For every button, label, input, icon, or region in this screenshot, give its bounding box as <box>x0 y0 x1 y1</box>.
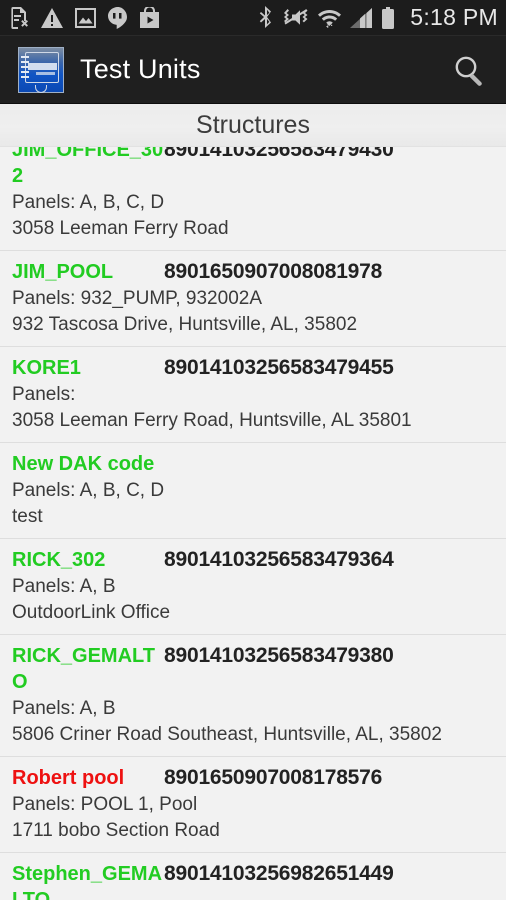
bluetooth-icon <box>260 6 272 28</box>
structure-iccid: 89014103256583479380 <box>164 644 394 667</box>
structure-name: RICK_302 <box>12 549 106 571</box>
warning-triangle-icon <box>41 7 63 28</box>
list-item[interactable]: JIM_OFFICE_302 89014103256583479430 Panels… <box>0 129 506 251</box>
list-item[interactable]: RICK_302 89014103256583479364 Panels: A, B… <box>0 539 506 635</box>
structure-panels: Panels: POOL 1, Pool <box>12 794 198 815</box>
structure-name: Robert pool <box>12 767 125 789</box>
structure-address: OutdoorLink Office <box>12 602 171 623</box>
list-item[interactable]: JIM_POOL 8901650907008081978 Panels: 932_P… <box>0 251 506 347</box>
structure-name: New DAK code <box>12 453 155 475</box>
hangouts-icon <box>108 6 127 29</box>
section-header: Structures <box>0 104 506 147</box>
list-item[interactable]: KORE1 89014103256583479455 Panels: 3058 Lee… <box>0 347 506 443</box>
vibrate-mute-icon <box>284 9 308 25</box>
structure-address: test <box>12 506 43 527</box>
section-header-label: Structures <box>196 110 310 139</box>
structure-name: JIM_POOL <box>12 261 114 283</box>
structure-iccid: 8901650907008081978 <box>164 260 383 283</box>
list-item-header: Stephen_GEMALTO 89014103256982651449 <box>12 861 494 900</box>
cell-signal-icon <box>350 7 373 28</box>
list-item-header: RICK_302 89014103256583479364 <box>12 547 494 573</box>
structure-panels: Panels: A, B, C, D <box>12 480 165 501</box>
list-item[interactable]: New DAK code Panels: A, B, C, D test <box>0 443 506 539</box>
status-bar-notification-icons <box>10 6 259 29</box>
structure-panels: Panels: A, B <box>12 576 116 597</box>
outdoorlink-app-icon <box>18 46 64 93</box>
list-item-header: New DAK code <box>12 451 494 477</box>
list-item-header: Robert pool 8901650907008178576 <box>12 765 494 791</box>
list-item[interactable]: RICK_GEMALTO 89014103256583479380 Panels: … <box>0 635 506 757</box>
structure-iccid: 89014103256982651449 <box>164 862 394 885</box>
action-bar: Test Units <box>0 36 506 104</box>
list-item-header: KORE1 89014103256583479455 <box>12 355 494 381</box>
status-bar: 5:18 PM <box>0 0 506 36</box>
search-icon <box>455 56 482 86</box>
structures-list[interactable]: Structures Panels: 3058 Leeman Ferry Road… <box>0 104 506 900</box>
structure-name: KORE1 <box>12 357 81 379</box>
structure-address: 5806 Criner Road Southeast, Huntsville, … <box>12 724 442 745</box>
structure-panels: Panels: 932_PUMP, 932002A <box>12 288 262 309</box>
structure-panels: Panels: <box>12 384 76 405</box>
structure-iccid: 8901650907008178576 <box>164 766 383 789</box>
page-title: Test Units <box>80 54 201 84</box>
structure-address: 3058 Leeman Ferry Road <box>12 218 229 239</box>
structure-iccid: 89014103256583479455 <box>164 356 394 379</box>
status-bar-system-icons: 5:18 PM <box>259 4 498 31</box>
wifi-icon <box>318 10 342 28</box>
photo-icon <box>75 7 96 28</box>
structure-iccid: 89014103256583479364 <box>164 548 394 571</box>
structure-panels: Panels: A, B, C, D <box>12 192 165 213</box>
list-item-header: JIM_POOL 8901650907008081978 <box>12 259 494 285</box>
structure-name: Stephen_GEMALTO <box>12 863 163 900</box>
battery-icon <box>382 6 395 29</box>
status-bar-clock: 5:18 PM <box>410 4 498 30</box>
structure-address: 1711 bobo Section Road <box>12 820 220 841</box>
list-item[interactable]: Robert pool 8901650907008178576 Panels: PO… <box>0 757 506 853</box>
play-store-icon <box>140 7 159 28</box>
structure-name: RICK_GEMALTO <box>12 645 155 693</box>
structure-panels: Panels: A, B <box>12 698 116 719</box>
search-button[interactable] <box>446 47 492 93</box>
sim-card-error-icon <box>11 6 28 29</box>
structure-address: 3058 Leeman Ferry Road, Huntsville, AL 3… <box>12 410 412 431</box>
structures-rows: Panels: 3058 Leeman Ferry Road, Huntsvill… <box>0 104 506 900</box>
list-item[interactable]: Stephen_GEMALTO89014103256982651449Panel… <box>0 853 506 900</box>
list-item-header: RICK_GEMALTO 89014103256583479380 <box>12 643 494 695</box>
structure-address: 932 Tascosa Drive, Huntsville, AL, 35802 <box>12 314 358 335</box>
